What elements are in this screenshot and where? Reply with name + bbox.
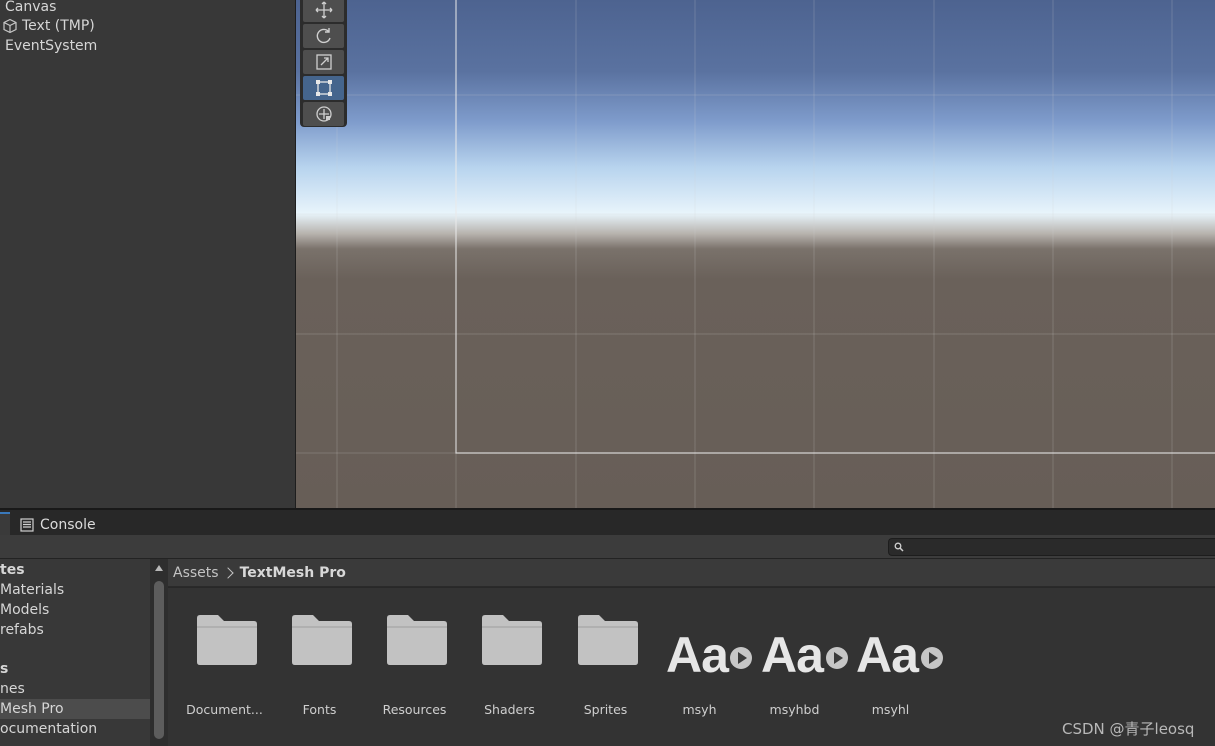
folder-icon (197, 615, 257, 665)
hierarchy-item-label: Canvas (5, 0, 57, 15)
font-asset-icon: Aa (856, 627, 919, 683)
asset-label: Shaders (484, 702, 535, 717)
asset-label: Resources (382, 702, 447, 717)
asset-grid: Document... Fonts Resources Shaders Spri… (168, 588, 1215, 746)
folder-icon (578, 615, 638, 665)
chevron-right-icon (221, 566, 234, 579)
tree-item-documentation[interactable]: ocumentation (0, 719, 150, 739)
asset-label: Document... (186, 702, 263, 717)
canvas-bounds (455, 0, 1215, 454)
scrollbar-thumb[interactable] (154, 581, 164, 739)
hierarchy-item-label: Text (TMP) (22, 18, 95, 34)
breadcrumb-assets[interactable]: Assets (173, 565, 219, 581)
search-input[interactable] (888, 538, 1215, 556)
console-icon (20, 517, 34, 532)
folder-icon (387, 615, 447, 665)
scale-tool-icon (315, 54, 332, 70)
asset-item-documentation[interactable]: Document... (177, 608, 272, 717)
folder-tree-scrollbar[interactable] (150, 559, 168, 746)
tree-item-favorites[interactable]: tes (0, 560, 150, 580)
folder-tree: tes Materials Models refabs s nes Mesh P… (0, 559, 150, 746)
font-asset-icon: Aa (666, 627, 729, 683)
tree-item-label: Models (0, 602, 50, 618)
asset-item-sprites[interactable]: Sprites (558, 608, 653, 717)
hierarchy-panel: Canvas Text (TMP) EventSystem (0, 0, 295, 508)
tree-item-label: tes (0, 562, 25, 578)
rotate-tool-button[interactable] (303, 24, 344, 48)
asset-item-fonts[interactable]: Fonts (272, 608, 367, 717)
move-tool-button[interactable] (303, 0, 344, 22)
gameobject-cube-icon (3, 18, 17, 34)
asset-label: Sprites (583, 702, 628, 717)
transform-tool-button[interactable] (303, 102, 344, 126)
tab-console-label: Console (40, 516, 96, 533)
scene-view[interactable] (296, 0, 1215, 508)
scene-grid (296, 0, 1215, 508)
folder-icon (292, 615, 352, 665)
rect-tool-button[interactable] (303, 76, 344, 100)
tab-console[interactable]: Console (12, 512, 104, 537)
asset-item-msyhl[interactable]: Aa msyhl (843, 608, 943, 717)
tree-item-label: Mesh Pro (0, 701, 64, 717)
hierarchy-item-text-tmp[interactable]: Text (TMP) (0, 16, 95, 36)
tree-item-label: s (0, 661, 9, 677)
tree-item-textmesh-pro[interactable]: Mesh Pro (0, 699, 150, 719)
asset-item-shaders[interactable]: Shaders (462, 608, 557, 717)
asset-label: msyh (682, 702, 717, 717)
scene-tools-palette (300, 0, 347, 127)
tab-project[interactable] (0, 512, 10, 537)
search-icon (894, 542, 904, 552)
scale-tool-button[interactable] (303, 50, 344, 74)
tree-item-label: ocumentation (0, 721, 98, 737)
watermark: CSDN @青子leosq (1062, 720, 1195, 738)
tree-item-materials[interactable]: Materials (0, 580, 150, 600)
asset-label: Fonts (302, 702, 337, 717)
breadcrumb-current[interactable]: TextMesh Pro (240, 565, 346, 581)
asset-item-msyh[interactable]: Aa msyh (652, 608, 752, 717)
transform-tool-icon (315, 106, 332, 122)
asset-item-msyhbd[interactable]: Aa msyhbd (747, 608, 848, 717)
hierarchy-item-label: EventSystem (5, 38, 98, 54)
bottom-tab-bar: Console (0, 508, 1215, 537)
tree-item-label: nes (0, 681, 25, 697)
tree-item-scenes[interactable]: nes (0, 679, 150, 699)
tree-item-assets[interactable]: s (0, 659, 150, 679)
tree-item-models[interactable]: Models (0, 600, 150, 620)
move-tool-icon (315, 1, 332, 19)
asset-label: msyhl (871, 702, 910, 717)
breadcrumb: Assets TextMesh Pro (168, 559, 1215, 587)
tree-item-label: Materials (0, 582, 65, 598)
scroll-up-icon[interactable] (155, 565, 163, 571)
folder-icon (482, 615, 542, 665)
tree-item-label: refabs (0, 622, 44, 638)
play-icon[interactable] (921, 647, 943, 669)
hierarchy-item-canvas[interactable]: Canvas (5, 0, 56, 17)
hierarchy-item-eventsystem[interactable]: EventSystem (5, 36, 97, 56)
tree-item-prefabs[interactable]: refabs (0, 620, 150, 640)
rect-tool-icon (315, 80, 332, 96)
asset-item-resources[interactable]: Resources (367, 608, 462, 717)
rotate-tool-icon (316, 28, 331, 44)
project-toolbar (0, 535, 1215, 559)
asset-label: msyhbd (769, 702, 820, 717)
font-asset-icon: Aa (761, 627, 824, 683)
